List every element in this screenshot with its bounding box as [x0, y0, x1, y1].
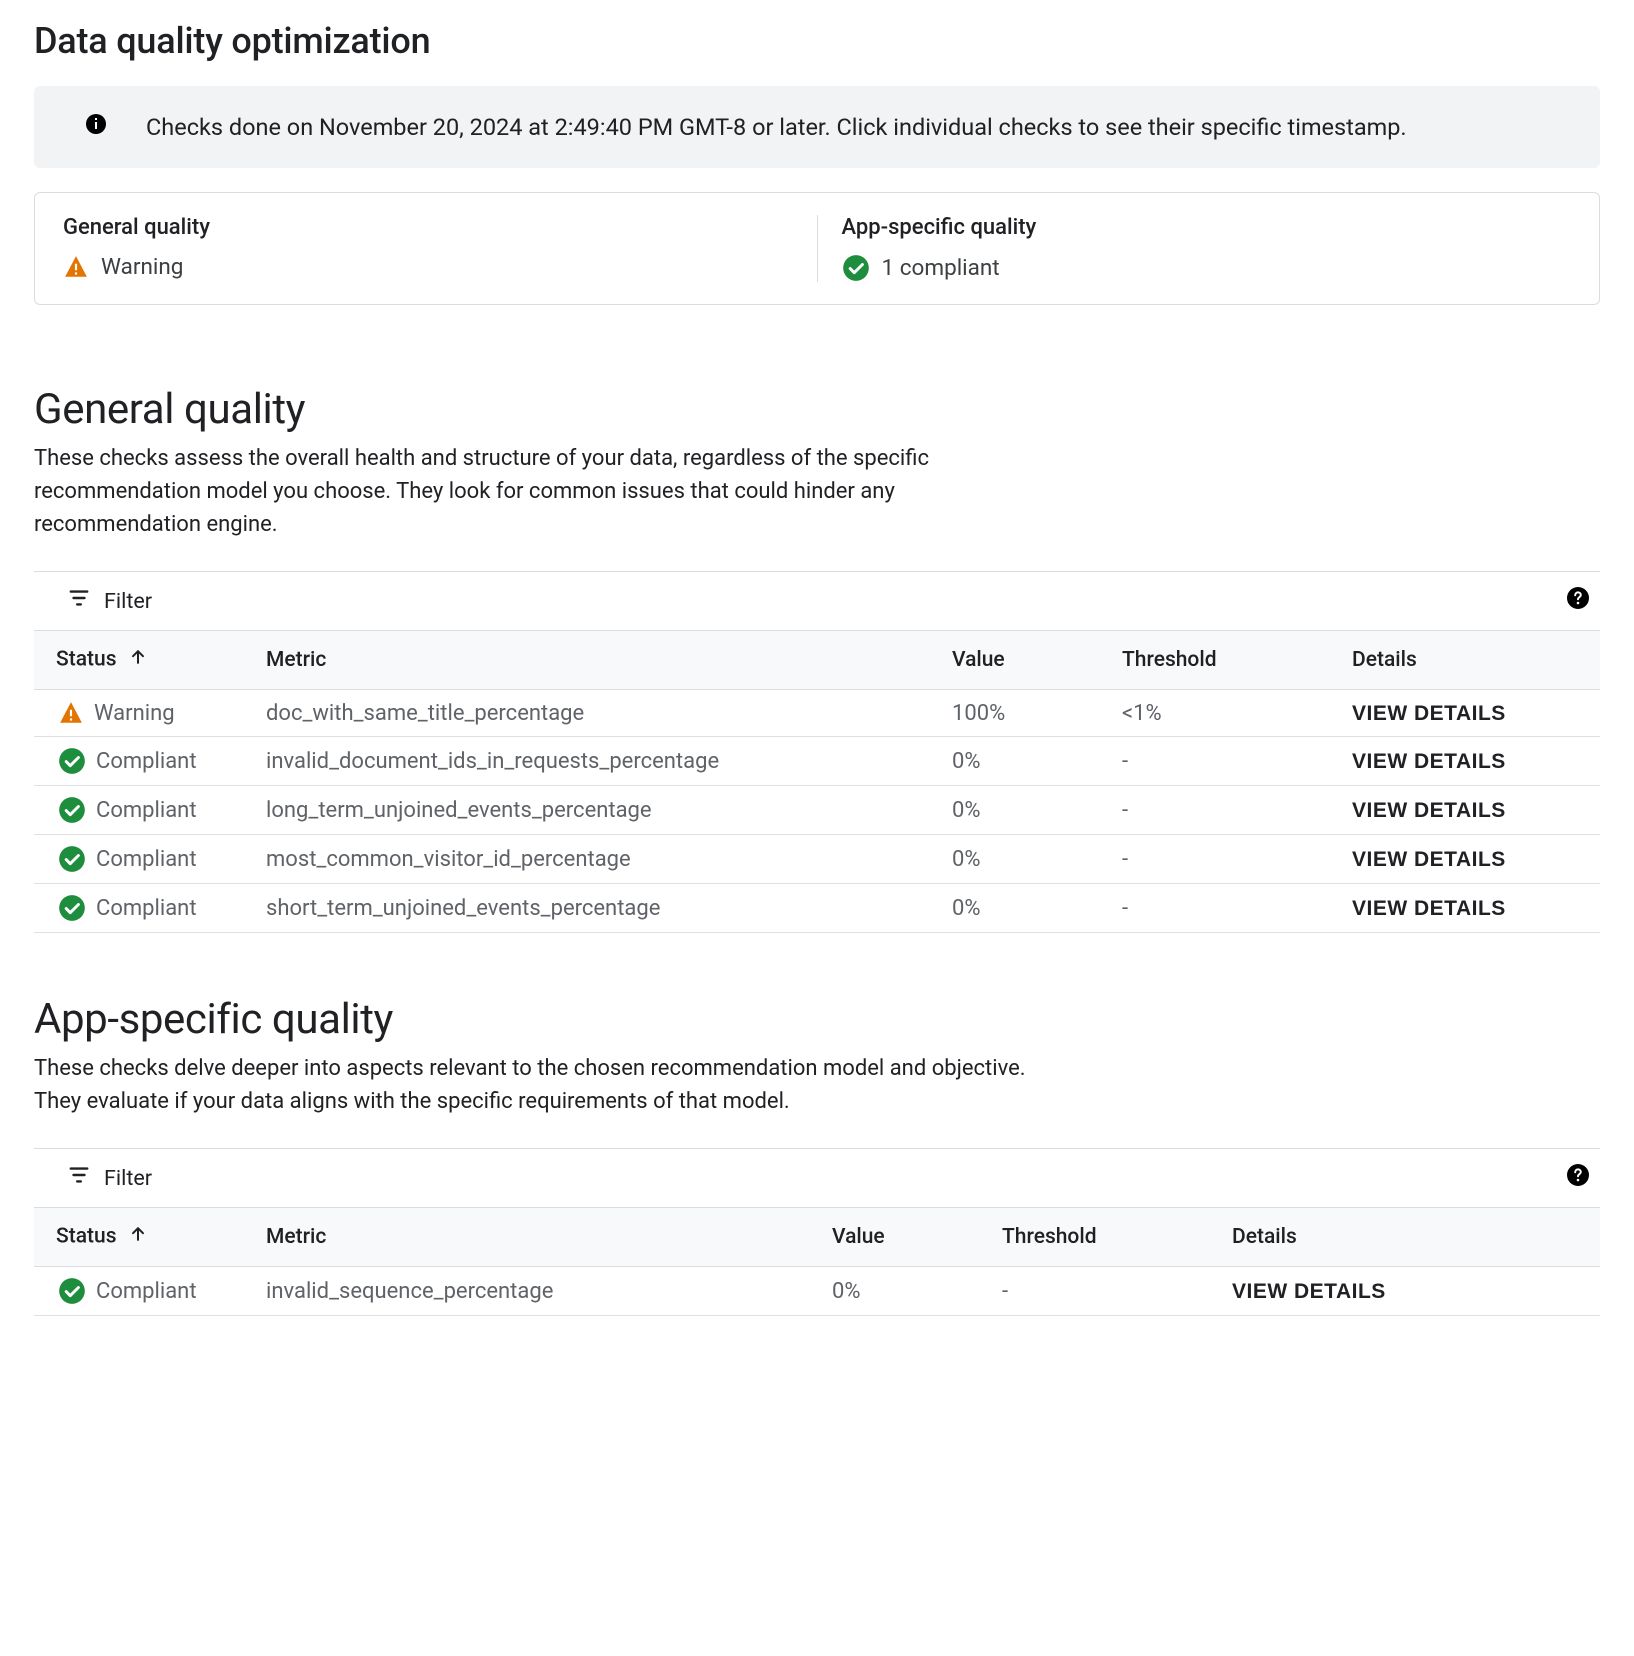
cell-metric: short_term_unjoined_events_percentage — [254, 884, 940, 933]
col-header-threshold[interactable]: Threshold — [990, 1208, 1220, 1267]
filter-label[interactable]: Filter — [104, 589, 152, 614]
cell-metric: most_common_visitor_id_percentage — [254, 835, 940, 884]
warning-icon — [63, 254, 89, 280]
warning-icon — [58, 700, 84, 726]
section-desc-general: These checks assess the overall health a… — [34, 442, 1034, 541]
check-icon — [58, 845, 86, 873]
summary-general-label: General quality — [63, 215, 793, 240]
check-icon — [58, 894, 86, 922]
cell-value: 0% — [940, 737, 1110, 786]
table-row[interactable]: Compliant invalid_document_ids_in_request… — [34, 737, 1600, 786]
cell-value: 100% — [940, 690, 1110, 737]
status-text: Compliant — [96, 749, 197, 774]
summary-card: General quality Warning App-specific qua… — [34, 192, 1600, 305]
view-details-button[interactable]: VIEW DETAILS — [1352, 848, 1506, 872]
cell-details: VIEW DETAILS — [1340, 835, 1600, 884]
cell-details: VIEW DETAILS — [1340, 786, 1600, 835]
cell-threshold: - — [1110, 786, 1340, 835]
cell-metric: long_term_unjoined_events_percentage — [254, 786, 940, 835]
sort-arrow-up-icon — [128, 1226, 148, 1250]
col-header-status[interactable]: Status — [34, 1208, 254, 1267]
filter-bar-app: Filter — [34, 1148, 1600, 1207]
status-text: Warning — [94, 701, 175, 726]
info-banner: Checks done on November 20, 2024 at 2:49… — [34, 86, 1600, 168]
summary-general: General quality Warning — [63, 215, 818, 282]
cell-metric: invalid_document_ids_in_requests_percent… — [254, 737, 940, 786]
cell-threshold: - — [990, 1267, 1220, 1316]
summary-app: App-specific quality 1 compliant — [842, 215, 1572, 282]
col-header-status[interactable]: Status — [34, 631, 254, 690]
cell-value: 0% — [940, 835, 1110, 884]
status-text: Compliant — [96, 798, 197, 823]
status-text: Compliant — [96, 847, 197, 872]
table-app: Status Metric Value Threshold Details Co… — [34, 1207, 1600, 1316]
cell-value: 0% — [940, 884, 1110, 933]
cell-metric: invalid_sequence_percentage — [254, 1267, 820, 1316]
cell-value: 0% — [940, 786, 1110, 835]
cell-details: VIEW DETAILS — [1340, 884, 1600, 933]
view-details-button[interactable]: VIEW DETAILS — [1352, 897, 1506, 921]
cell-details: VIEW DETAILS — [1220, 1267, 1600, 1316]
table-row[interactable]: Compliant long_term_unjoined_events_perce… — [34, 786, 1600, 835]
cell-status: Compliant — [34, 1267, 254, 1316]
status-text: Compliant — [96, 896, 197, 921]
filter-icon[interactable] — [68, 587, 90, 615]
cell-status: Warning — [34, 690, 254, 737]
cell-threshold: <1% — [1110, 690, 1340, 737]
check-icon — [842, 254, 870, 282]
table-row[interactable]: Compliant invalid_sequence_percentage0%-V… — [34, 1267, 1600, 1316]
table-row[interactable]: Warning doc_with_same_title_percentage100… — [34, 690, 1600, 737]
check-icon — [58, 747, 86, 775]
cell-value: 0% — [820, 1267, 990, 1316]
view-details-button[interactable]: VIEW DETAILS — [1232, 1280, 1386, 1304]
cell-details: VIEW DETAILS — [1340, 737, 1600, 786]
cell-status: Compliant — [34, 884, 254, 933]
status-text: Compliant — [96, 1279, 197, 1304]
view-details-button[interactable]: VIEW DETAILS — [1352, 750, 1506, 774]
view-details-button[interactable]: VIEW DETAILS — [1352, 702, 1506, 726]
cell-metric: doc_with_same_title_percentage — [254, 690, 940, 737]
cell-threshold: - — [1110, 835, 1340, 884]
filter-icon[interactable] — [68, 1164, 90, 1192]
view-details-button[interactable]: VIEW DETAILS — [1352, 799, 1506, 823]
help-icon[interactable] — [1566, 586, 1590, 616]
col-header-details[interactable]: Details — [1340, 631, 1600, 690]
info-icon — [84, 112, 108, 142]
page-title: Data quality optimization — [34, 20, 1600, 62]
cell-threshold: - — [1110, 884, 1340, 933]
table-row[interactable]: Compliant most_common_visitor_id_percenta… — [34, 835, 1600, 884]
summary-app-status: 1 compliant — [882, 255, 1000, 281]
check-icon — [58, 1277, 86, 1305]
col-header-details[interactable]: Details — [1220, 1208, 1600, 1267]
section-desc-app: These checks delve deeper into aspects r… — [34, 1052, 1034, 1118]
cell-status: Compliant — [34, 786, 254, 835]
col-header-metric[interactable]: Metric — [254, 1208, 820, 1267]
help-icon[interactable] — [1566, 1163, 1590, 1193]
summary-app-label: App-specific quality — [842, 215, 1572, 240]
check-icon — [58, 796, 86, 824]
filter-label[interactable]: Filter — [104, 1166, 152, 1191]
col-header-metric[interactable]: Metric — [254, 631, 940, 690]
cell-status: Compliant — [34, 737, 254, 786]
col-header-threshold[interactable]: Threshold — [1110, 631, 1340, 690]
col-header-value[interactable]: Value — [820, 1208, 990, 1267]
cell-threshold: - — [1110, 737, 1340, 786]
table-general: Status Metric Value Threshold Details Wa… — [34, 630, 1600, 933]
cell-details: VIEW DETAILS — [1340, 690, 1600, 737]
info-banner-text: Checks done on November 20, 2024 at 2:49… — [146, 113, 1407, 141]
section-heading-general: General quality — [34, 385, 1600, 434]
table-row[interactable]: Compliant short_term_unjoined_events_perc… — [34, 884, 1600, 933]
cell-status: Compliant — [34, 835, 254, 884]
section-heading-app: App-specific quality — [34, 995, 1600, 1044]
col-header-value[interactable]: Value — [940, 631, 1110, 690]
summary-general-status: Warning — [101, 254, 183, 280]
filter-bar-general: Filter — [34, 571, 1600, 630]
sort-arrow-up-icon — [128, 649, 148, 673]
